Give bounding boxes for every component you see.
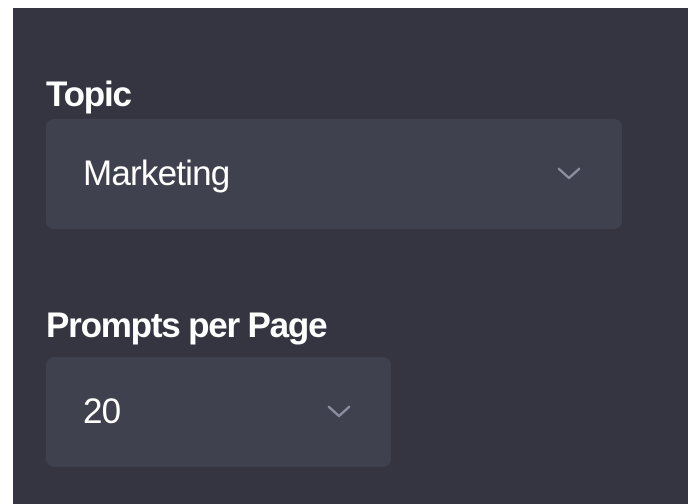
- topic-select[interactable]: Marketing: [46, 119, 622, 229]
- prompts-per-page-label: Prompts per Page: [46, 306, 328, 345]
- prompts-per-page-select[interactable]: 20: [46, 357, 391, 467]
- topic-selected-value: Marketing: [83, 154, 230, 193]
- chevron-down-icon: [326, 404, 352, 420]
- topic-label: Topic: [46, 75, 132, 114]
- prompts-per-page-selected-value: 20: [83, 392, 121, 431]
- chevron-down-icon: [556, 166, 582, 182]
- settings-panel: Topic Marketing Prompts per Page 20: [13, 8, 688, 504]
